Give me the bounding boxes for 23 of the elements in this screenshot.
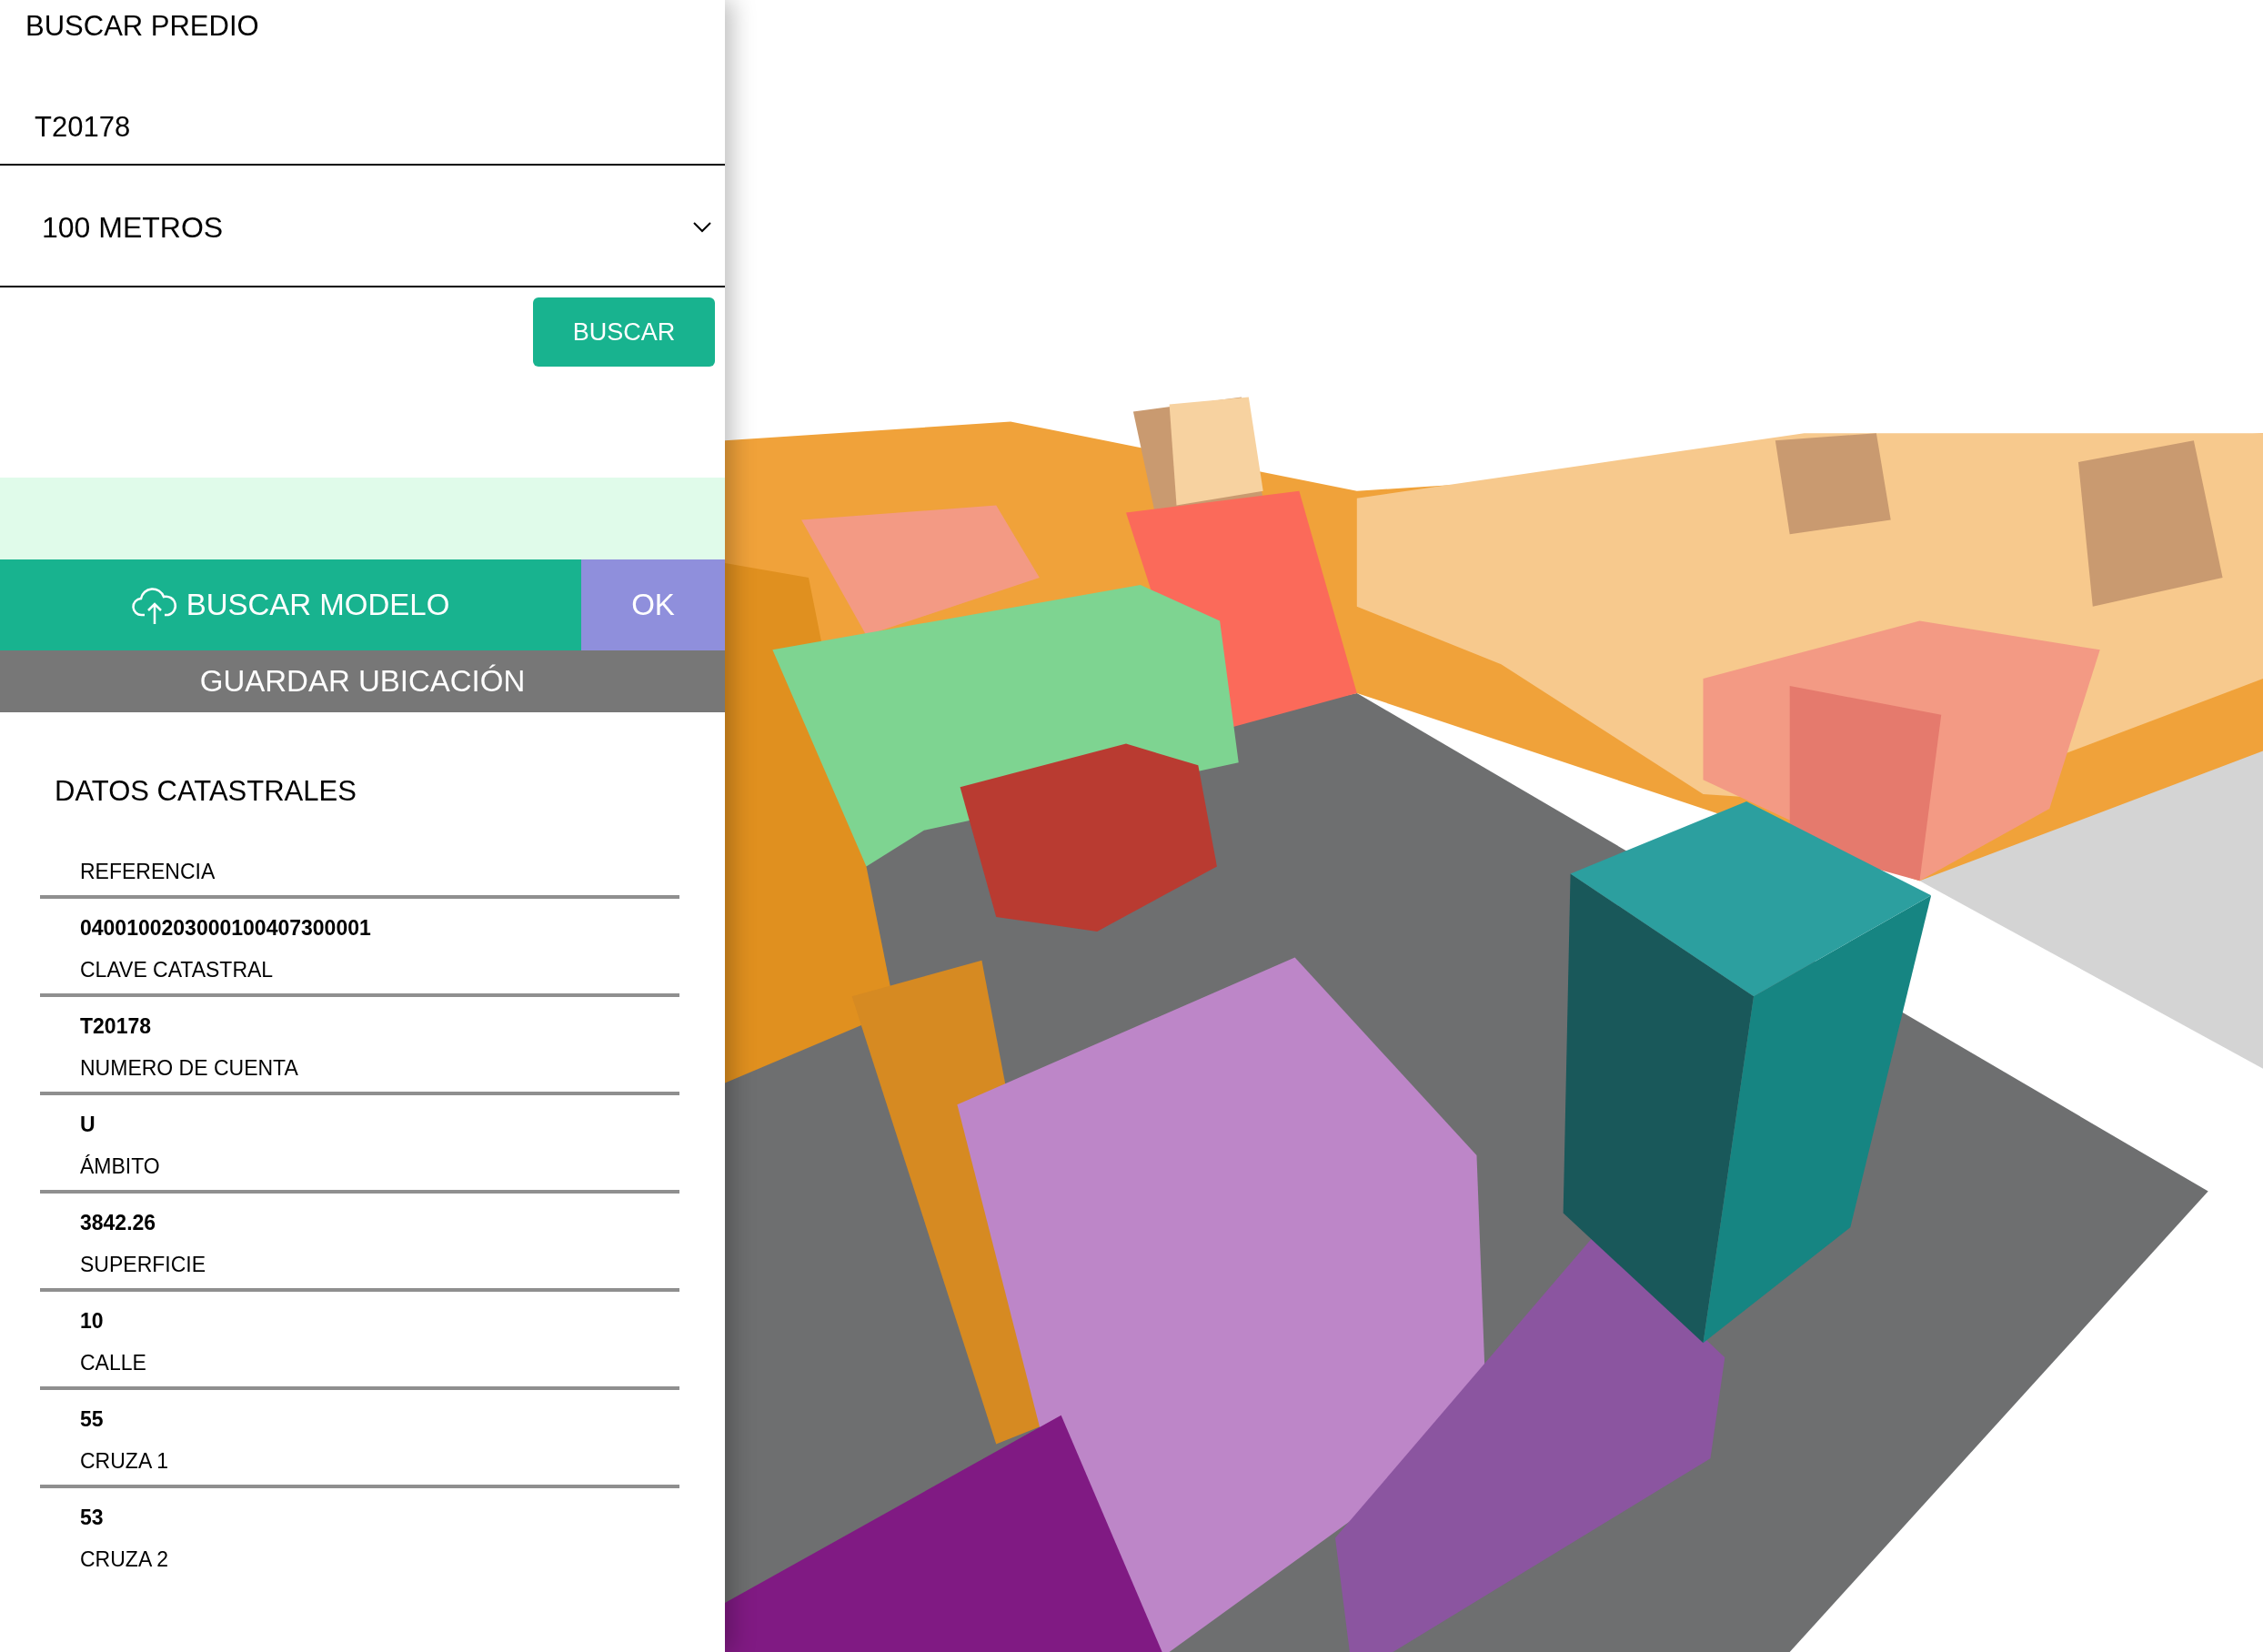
save-location-button[interactable]: GUARDAR UBICACIÓN [0,650,725,712]
field-label: ÁMBITO [80,1153,161,1180]
field-label: CLAVE CATASTRAL [80,956,275,983]
field-value: 0400100203000100407300001 [80,914,372,942]
field-label: CRUZA 2 [80,1546,170,1573]
search-input-field[interactable]: T20178 [0,91,725,166]
field-label: CALLE [80,1349,147,1376]
field-value: 55 [80,1405,105,1433]
field-label: CRUZA 1 [80,1447,170,1475]
field-value: T20178 [80,1012,152,1040]
field-value: U [80,1111,96,1138]
field-label: SUPERFICIE [80,1251,207,1278]
section-title: DATOS CATASTRALES [54,774,357,809]
field-label: REFERENCIA [80,858,216,885]
field-value: 3842.26 [80,1209,157,1236]
panel-title: BUSCAR PREDIO [25,9,260,44]
search-button[interactable]: BUSCAR [533,297,715,367]
search-model-button[interactable]: BUSCAR MODELO [0,559,581,650]
ok-button[interactable]: OK [581,559,725,650]
field-value: 53 [80,1504,105,1531]
field-value: 10 [80,1307,105,1335]
chevron-down-icon [692,221,712,234]
field-label: NUMERO DE CUENTA [80,1054,299,1082]
